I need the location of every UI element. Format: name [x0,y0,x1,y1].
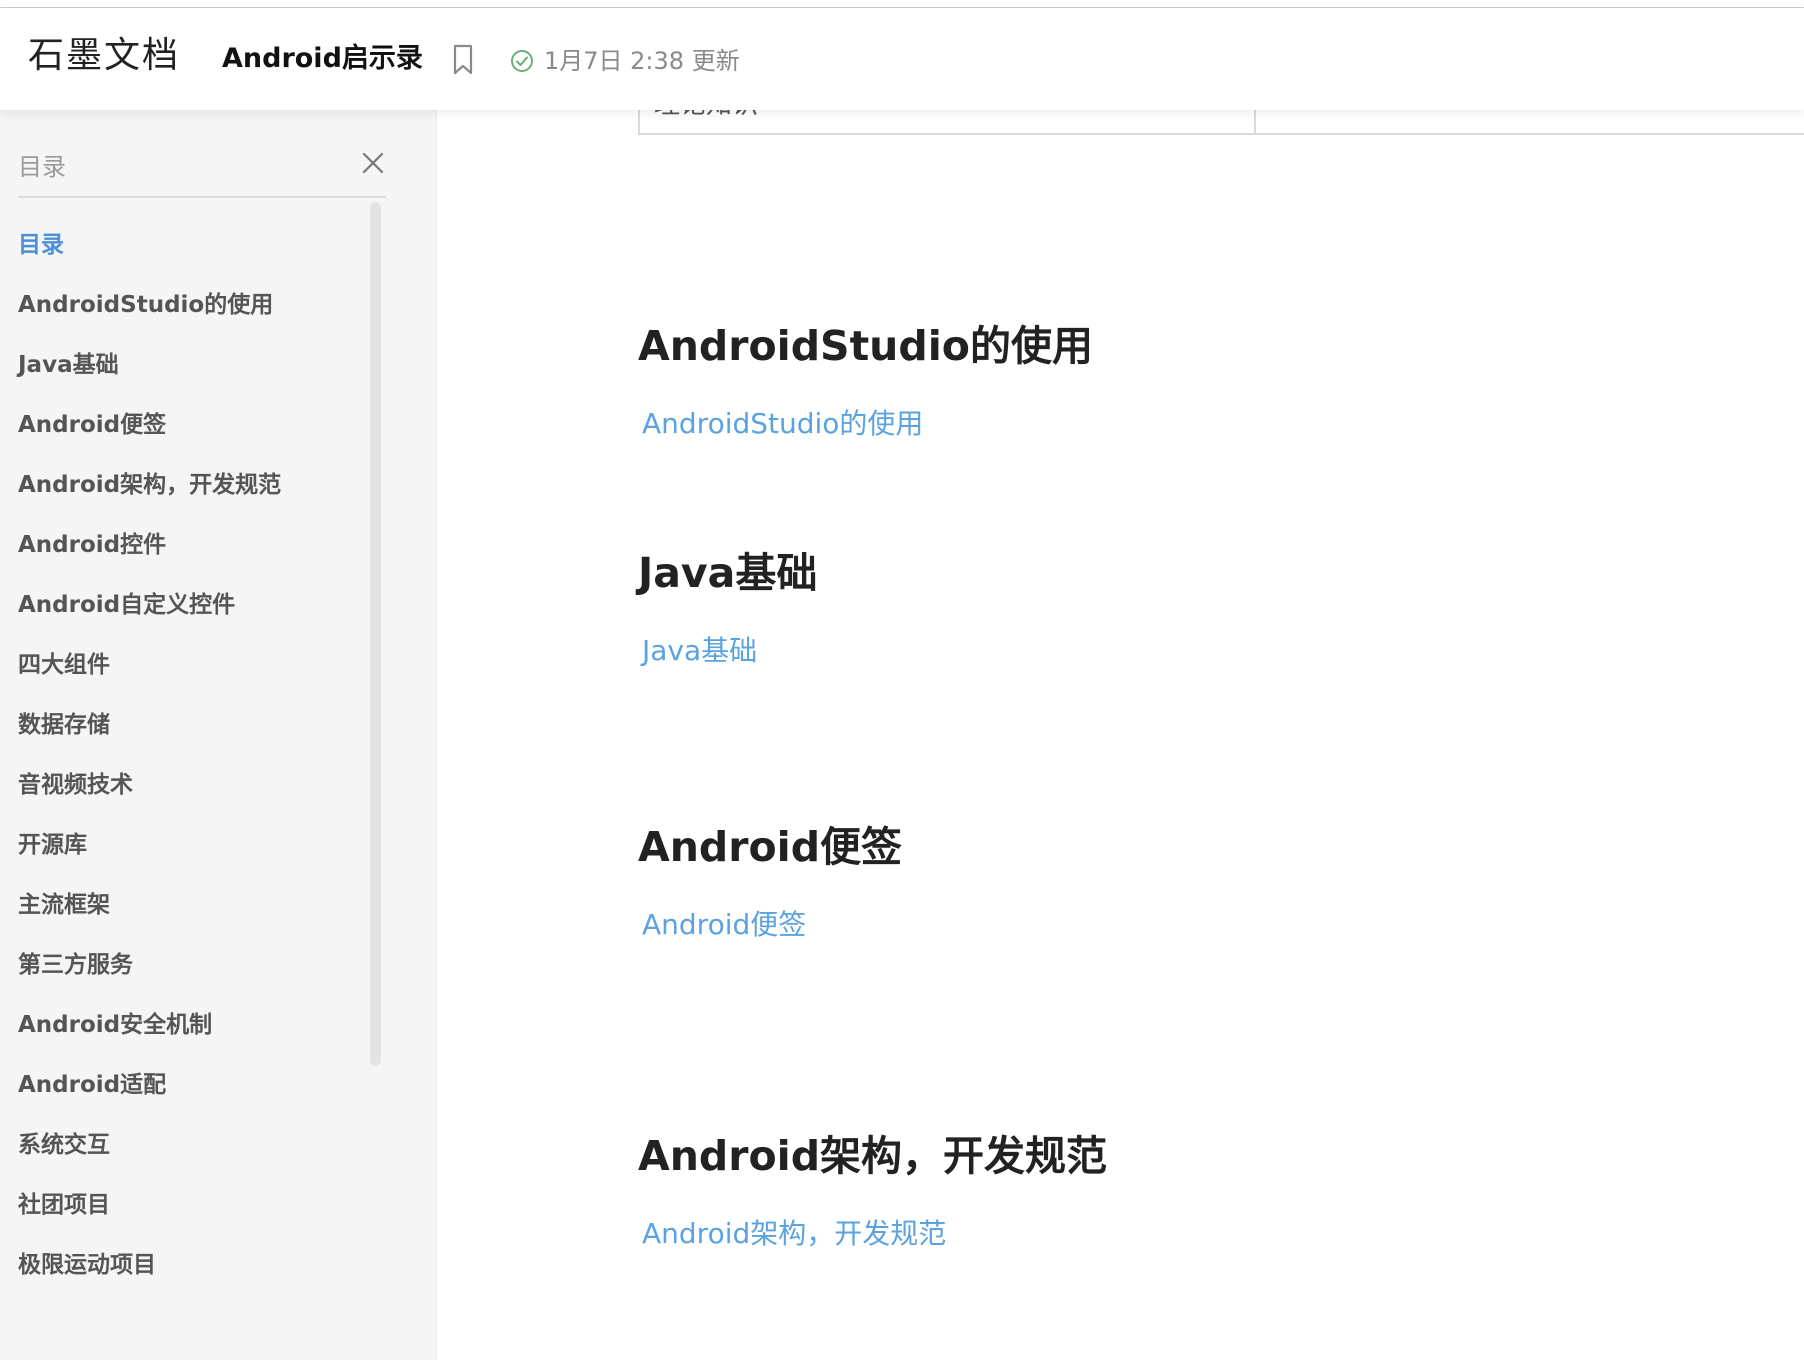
toc-item-open-source[interactable]: 开源库 [18,830,358,890]
toc-scrollbar[interactable] [370,202,381,1066]
toc-item-club-projects[interactable]: 社团项目 [18,1190,358,1250]
section-link[interactable]: Java基础 [642,633,757,669]
toc-title: 目录 [18,153,66,181]
document-title[interactable]: Android启示录 [222,42,423,76]
close-icon[interactable] [360,150,386,176]
section-heading: AndroidStudio的使用 [638,322,1093,370]
save-status: 1月7日 2:38 更新 [510,46,740,76]
section-android-architecture: Android架构，开发规范 Android架构，开发规范 [638,1130,1738,1252]
toc-item-audio-video[interactable]: 音视频技术 [18,770,358,830]
toc-item-java-basics[interactable]: Java基础 [18,350,358,410]
section-link[interactable]: AndroidStudio的使用 [642,406,923,442]
section-heading: Java基础 [638,549,818,597]
toc-item-system-interaction[interactable]: 系统交互 [18,1130,358,1190]
section-androidstudio: AndroidStudio的使用 AndroidStudio的使用 [638,320,1738,442]
toc-item-android-architecture[interactable]: Android架构，开发规范 [18,470,358,530]
toc-item-extreme-sports[interactable]: 极限运动项目 [18,1250,358,1310]
section-link[interactable]: Android便签 [642,907,806,943]
section-heading: Android便签 [638,823,903,871]
toc-item-frameworks[interactable]: 主流框架 [18,890,358,950]
toc-item-android-widgets[interactable]: Android控件 [18,530,358,590]
toc-item-third-party[interactable]: 第三方服务 [18,950,358,1010]
document-page: 石墨文档 Android启示录 1月7日 2:38 更新 目录 目录 Andro… [0,0,1804,1360]
section-heading: Android架构，开发规范 [638,1132,1108,1180]
toc-item-android-custom-widgets[interactable]: Android自定义控件 [18,590,358,650]
top-header: 石墨文档 Android启示录 1月7日 2:38 更新 [0,8,1804,110]
brand-logo[interactable]: 石墨文档 [28,34,180,78]
toc-sidebar: 目录 目录 AndroidStudio的使用 Java基础 Android便签 … [0,110,437,1360]
window-top-border [0,0,1804,8]
toc-item-androidstudio[interactable]: AndroidStudio的使用 [18,290,358,350]
toc-item-four-components[interactable]: 四大组件 [18,650,358,710]
toc-item-android-security[interactable]: Android安全机制 [18,1010,358,1070]
updated-time: 1月7日 2:38 更新 [544,47,740,75]
check-circle-icon [511,50,533,72]
toc-item-catalog[interactable]: 目录 [18,230,358,290]
document-content: 理论知识 AndroidStudio的使用 AndroidStudio的使用 J… [438,100,1804,1360]
toc-item-android-adaptation[interactable]: Android适配 [18,1070,358,1130]
toc-header: 目录 [18,148,386,198]
toc-item-android-notes[interactable]: Android便签 [18,410,358,470]
toc-list: 目录 AndroidStudio的使用 Java基础 Android便签 And… [18,230,358,1310]
section-java-basics: Java基础 Java基础 [638,547,1738,669]
bookmark-icon[interactable] [452,44,474,76]
section-link[interactable]: Android架构，开发规范 [642,1216,946,1252]
section-android-notes: Android便签 Android便签 [638,821,1738,943]
toc-item-data-storage[interactable]: 数据存储 [18,710,358,770]
